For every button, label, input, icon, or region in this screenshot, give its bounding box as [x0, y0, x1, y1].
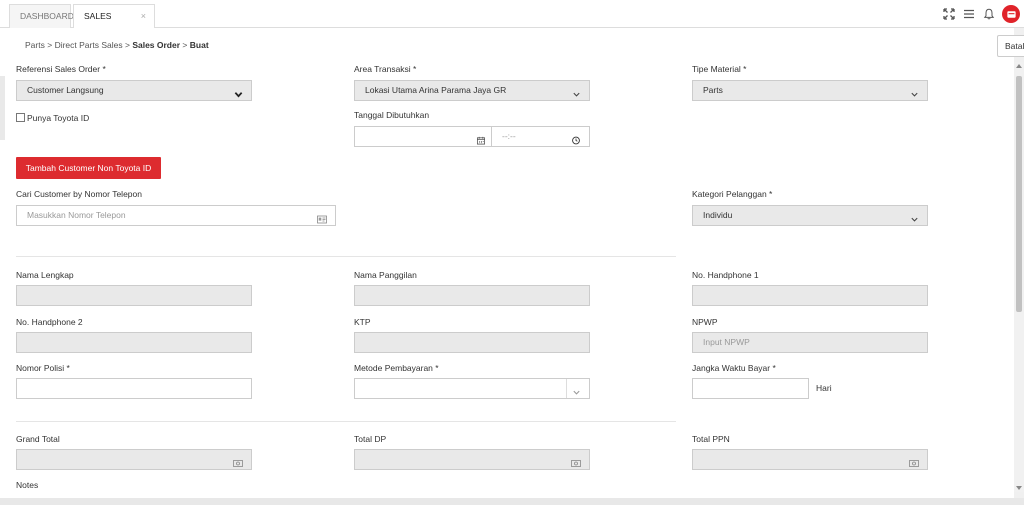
left-strip-mark	[0, 76, 5, 140]
chevron-down-icon	[572, 87, 581, 97]
clock-icon[interactable]	[571, 133, 581, 145]
tab-dashboard-label: DASHBOARD	[20, 11, 74, 21]
header-icons	[942, 4, 1020, 24]
money-icon	[909, 456, 919, 467]
menu-icon[interactable]	[962, 7, 976, 21]
tab-sales-order[interactable]: SALES ORDER ×	[73, 4, 155, 43]
close-icon[interactable]: ×	[141, 5, 146, 27]
jangka-waktu-label: Jangka Waktu Bayar *	[692, 363, 776, 373]
hari-label: Hari	[816, 383, 832, 393]
nama-panggilan-field	[354, 285, 590, 306]
jangka-waktu-input[interactable]	[692, 378, 809, 399]
breadcrumb-separator: >	[124, 40, 130, 50]
tipe-material-select[interactable]: Parts	[692, 80, 928, 101]
tanggal-label: Tanggal Dibutuhkan	[354, 110, 430, 120]
breadcrumb-buat: Buat	[189, 40, 209, 50]
area-transaksi-value: Lokasi Utama Arina Parama Jaya GR	[365, 85, 507, 95]
time-placeholder: --:--	[502, 131, 516, 141]
scroll-down-icon[interactable]	[1016, 486, 1022, 490]
nomor-polisi-input[interactable]	[16, 378, 252, 399]
handphone-1-label: No. Handphone 1	[692, 270, 759, 280]
notes-label: Notes	[16, 480, 39, 490]
scrollbar-thumb[interactable]	[1016, 76, 1022, 312]
handphone-1-field	[692, 285, 928, 306]
total-ppn-field	[692, 449, 928, 470]
total-dp-field	[354, 449, 590, 470]
kategori-pelanggan-label: Kategori Pelanggan *	[692, 189, 773, 199]
chevron-down-icon	[234, 87, 243, 98]
breadcrumb-parts[interactable]: Parts	[25, 40, 45, 50]
metode-pembayaran-select[interactable]	[354, 378, 590, 399]
metode-pembayaran-label: Metode Pembayaran *	[354, 363, 439, 373]
breadcrumb-sales-order[interactable]: Sales Order	[132, 40, 180, 50]
total-dp-label: Total DP	[354, 434, 387, 444]
breadcrumb-separator: >	[182, 40, 188, 50]
bell-icon[interactable]	[982, 7, 996, 21]
handphone-2-field	[16, 332, 252, 353]
section-divider	[16, 256, 676, 257]
vertical-scrollbar[interactable]	[1014, 62, 1024, 492]
section-divider	[16, 421, 676, 422]
bottom-bar	[0, 498, 1024, 505]
breadcrumb: Parts > Direct Parts Sales > Sales Order…	[25, 40, 209, 50]
punya-toyota-label: Punya Toyota ID	[27, 113, 90, 123]
calendar-icon[interactable]	[476, 133, 486, 145]
grand-total-field	[16, 449, 252, 470]
referensi-label: Referensi Sales Order *	[16, 64, 106, 74]
handphone-2-label: No. Handphone 2	[16, 317, 83, 327]
npwp-field: Input NPWP	[692, 332, 928, 353]
app-icon[interactable]	[1002, 5, 1020, 23]
tanggal-time-input[interactable]: --:--	[491, 126, 590, 147]
chevron-down-icon	[910, 212, 919, 222]
nama-lengkap-field	[16, 285, 252, 306]
ktp-field	[354, 332, 590, 353]
area-transaksi-select[interactable]: Lokasi Utama Arina Parama Jaya GR	[354, 80, 590, 101]
kategori-pelanggan-value: Individu	[703, 210, 733, 220]
scroll-up-icon[interactable]	[1016, 64, 1022, 68]
referensi-value: Customer Langsung	[27, 85, 104, 95]
nama-lengkap-label: Nama Lengkap	[16, 270, 74, 280]
area-transaksi-label: Area Transaksi *	[354, 64, 417, 74]
nama-panggilan-label: Nama Panggilan	[354, 270, 417, 280]
breadcrumb-direct-parts-sales[interactable]: Direct Parts Sales	[55, 40, 123, 50]
select-divider	[566, 379, 567, 398]
tipe-material-label: Tipe Material *	[692, 64, 747, 74]
id-card-icon	[317, 212, 327, 224]
tab-dashboard[interactable]: DASHBOARD	[9, 4, 74, 28]
top-bar: DASHBOARD SALES ORDER ×	[0, 0, 1024, 43]
batal-button[interactable]: Batal	[997, 35, 1024, 57]
npwp-label: NPWP	[692, 317, 718, 327]
total-ppn-label: Total PPN	[692, 434, 730, 444]
tipe-material-value: Parts	[703, 85, 723, 95]
ktp-label: KTP	[354, 317, 371, 327]
grand-total-label: Grand Total	[16, 434, 60, 444]
punya-toyota-checkbox[interactable]	[16, 113, 25, 122]
nomor-polisi-label: Nomor Polisi *	[16, 363, 70, 373]
npwp-placeholder: Input NPWP	[703, 337, 750, 347]
money-icon	[233, 456, 243, 467]
expand-icon[interactable]	[942, 7, 956, 21]
chevron-down-icon	[572, 385, 581, 395]
cari-customer-placeholder: Masukkan Nomor Telepon	[27, 210, 126, 220]
referensi-select[interactable]: Customer Langsung	[16, 80, 252, 101]
cari-customer-input[interactable]: Masukkan Nomor Telepon	[16, 205, 336, 226]
kategori-pelanggan-select[interactable]: Individu	[692, 205, 928, 226]
cari-customer-label: Cari Customer by Nomor Telepon	[16, 189, 142, 199]
breadcrumb-separator: >	[47, 40, 53, 50]
chevron-down-icon	[910, 87, 919, 97]
tanggal-date-input[interactable]	[354, 126, 492, 147]
money-icon	[571, 456, 581, 467]
tambah-customer-button[interactable]: Tambah Customer Non Toyota ID	[16, 157, 161, 179]
